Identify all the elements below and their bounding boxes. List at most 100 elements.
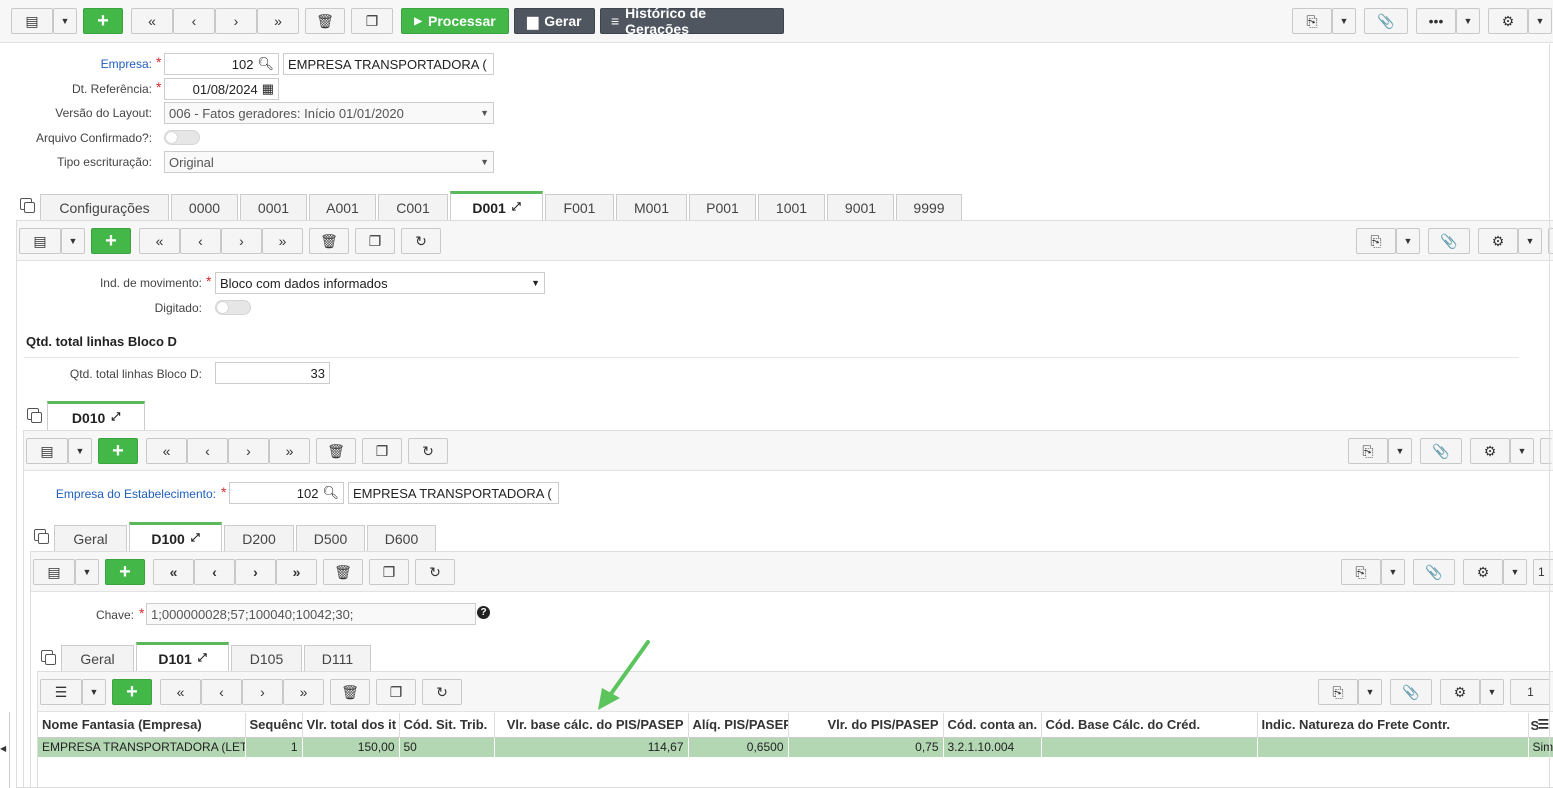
tab-d100[interactable]: D100 ⤢ — [129, 522, 222, 552]
delete-button[interactable]: 🗑 — [316, 438, 356, 464]
col-cod-sit-trib[interactable]: Cód. Sit. Trib. — [399, 713, 495, 737]
attach-button[interactable]: 📎 — [1364, 8, 1408, 34]
refresh-button[interactable]: ↻ — [401, 228, 441, 254]
attach-button[interactable]: 📎 — [1413, 559, 1455, 585]
tab-d500[interactable]: D500 — [296, 525, 365, 552]
tab-d001[interactable]: D001 ⤢ — [450, 191, 543, 221]
settings-dropdown[interactable]: ▼ — [1528, 8, 1552, 34]
tab-geral[interactable]: Geral — [54, 525, 127, 552]
dt-referencia-input[interactable]: 01/08/2024 ▦ — [164, 78, 279, 100]
duplicate-icon[interactable] — [27, 408, 42, 423]
prev-record-button[interactable]: ‹ — [194, 559, 235, 585]
page-number-field[interactable]: 1 — [1510, 679, 1550, 705]
grid-view-button[interactable]: ▤ — [26, 438, 68, 464]
settings-button[interactable]: ⚙ — [1440, 679, 1480, 705]
tab-d200[interactable]: D200 — [224, 525, 294, 552]
settings-button[interactable]: ⚙ — [1478, 228, 1518, 254]
first-record-button[interactable]: « — [160, 679, 201, 705]
col-sequencia[interactable]: Sequência — [245, 713, 303, 737]
last-record-button[interactable]: » — [283, 679, 324, 705]
duplicate-icon[interactable] — [34, 529, 49, 544]
tab-d600[interactable]: D600 — [367, 525, 436, 552]
export-dropdown[interactable]: ▼ — [1358, 679, 1382, 705]
export-dropdown[interactable]: ▼ — [1332, 8, 1356, 34]
col-vlr-pis[interactable]: Vlr. do PIS/PASEP — [788, 713, 944, 737]
export-dropdown[interactable]: ▼ — [1381, 559, 1405, 585]
refresh-button[interactable]: ↻ — [422, 679, 462, 705]
tab-m001[interactable]: M001 — [616, 194, 687, 221]
col-vlr-base-pis[interactable]: Vlr. base cálc. do PIS/PASEP — [494, 713, 689, 737]
settings-dropdown[interactable]: ▼ — [1503, 559, 1527, 585]
extra-button[interactable] — [1540, 438, 1552, 464]
settings-button[interactable]: ⚙ — [1488, 8, 1528, 34]
last-record-button[interactable]: » — [276, 559, 317, 585]
grid-view-button[interactable]: ▤ — [11, 8, 53, 34]
qtd-total-field[interactable]: 33 — [215, 362, 330, 384]
delete-button[interactable]: 🗑 — [330, 679, 370, 705]
delete-button[interactable]: 🗑 — [323, 559, 363, 585]
copy-button[interactable]: ❐ — [355, 228, 395, 254]
next-record-button[interactable]: › — [215, 8, 257, 34]
tab-f001[interactable]: F001 — [545, 194, 614, 221]
grid-view-button[interactable]: ▤ — [33, 559, 75, 585]
export-dropdown[interactable]: ▼ — [1396, 228, 1420, 254]
add-button[interactable]: + — [83, 8, 123, 34]
tab-geral[interactable]: Geral — [61, 645, 134, 672]
export-button[interactable]: ⎘ — [1348, 438, 1388, 464]
tab-a001[interactable]: A001 — [309, 194, 376, 221]
export-dropdown[interactable]: ▼ — [1388, 438, 1412, 464]
empresa-estab-name-field[interactable]: EMPRESA TRANSPORTADORA ( — [348, 482, 559, 504]
grid-view-button[interactable]: ▤ — [19, 228, 61, 254]
ind-movimento-select[interactable]: Bloco com dados informados ▼ — [215, 272, 545, 294]
tab-d105[interactable]: D105 — [231, 645, 302, 672]
settings-button[interactable]: ⚙ — [1470, 438, 1510, 464]
tipo-escrituracao-select[interactable]: Original ▼ — [164, 151, 494, 173]
add-button[interactable]: + — [105, 559, 145, 585]
add-button[interactable]: + — [98, 438, 138, 464]
grid-view-dropdown[interactable]: ▼ — [53, 8, 77, 34]
duplicate-icon[interactable] — [41, 650, 56, 665]
grid-view-dropdown[interactable]: ▼ — [75, 559, 99, 585]
settings-dropdown[interactable]: ▼ — [1518, 228, 1542, 254]
chave-field[interactable]: 1;000000028;57;100040;10042;30; — [146, 603, 476, 625]
prev-record-button[interactable]: ‹ — [180, 228, 221, 254]
refresh-button[interactable]: ↻ — [415, 559, 455, 585]
add-button[interactable]: + — [91, 228, 131, 254]
versao-layout-select[interactable]: 006 - Fatos geradores: Início 01/01/2020… — [164, 102, 494, 124]
next-record-button[interactable]: › — [228, 438, 269, 464]
processar-button[interactable]: ▶ Processar — [401, 8, 509, 34]
attach-button[interactable]: 📎 — [1428, 228, 1470, 254]
empresa-estab-code-input[interactable]: 102 🔍︎ — [229, 482, 344, 504]
next-record-button[interactable]: › — [235, 559, 276, 585]
tab-configuracoes[interactable]: Configurações — [40, 194, 169, 221]
first-record-button[interactable]: « — [146, 438, 187, 464]
last-record-button[interactable]: » — [262, 228, 303, 254]
settings-dropdown[interactable]: ▼ — [1480, 679, 1504, 705]
attach-button[interactable]: 📎 — [1420, 438, 1462, 464]
export-button[interactable]: ⎘ — [1292, 8, 1332, 34]
tab-d101[interactable]: D101 ⤢ — [136, 642, 229, 672]
copy-button[interactable]: ❐ — [376, 679, 416, 705]
last-record-button[interactable]: » — [257, 8, 299, 34]
search-icon[interactable]: 🔍︎ — [322, 485, 339, 501]
refresh-button[interactable]: ↻ — [408, 438, 448, 464]
prev-record-button[interactable]: ‹ — [187, 438, 228, 464]
next-record-button[interactable]: › — [242, 679, 283, 705]
col-indic-natureza-frete[interactable]: Indic. Natureza do Frete Contr. — [1257, 713, 1529, 737]
historico-button[interactable]: ≡ Histórico de Gerações — [600, 5, 784, 37]
attach-button[interactable]: 📎 — [1390, 679, 1432, 705]
settings-button[interactable]: ⚙ — [1463, 559, 1503, 585]
empresa-name-field[interactable]: EMPRESA TRANSPORTADORA ( — [283, 53, 494, 75]
expand-icon[interactable]: ⤢ — [512, 201, 521, 214]
copy-button[interactable]: ❐ — [369, 559, 409, 585]
expand-icon[interactable]: ⤢ — [111, 411, 120, 424]
last-record-button[interactable]: » — [269, 438, 310, 464]
col-cod-base-credito[interactable]: Cód. Base Cálc. do Créd. — [1041, 713, 1258, 737]
gerar-button[interactable]: ▆ Gerar — [514, 8, 595, 34]
tab-9999[interactable]: 9999 — [896, 194, 962, 221]
tab-p001[interactable]: P001 — [689, 194, 756, 221]
prev-record-button[interactable]: ‹ — [173, 8, 215, 34]
caret-left-icon[interactable]: ◀ — [0, 744, 6, 753]
expand-icon[interactable]: ⤢ — [191, 532, 200, 545]
grid-view-dropdown[interactable]: ▼ — [61, 228, 85, 254]
